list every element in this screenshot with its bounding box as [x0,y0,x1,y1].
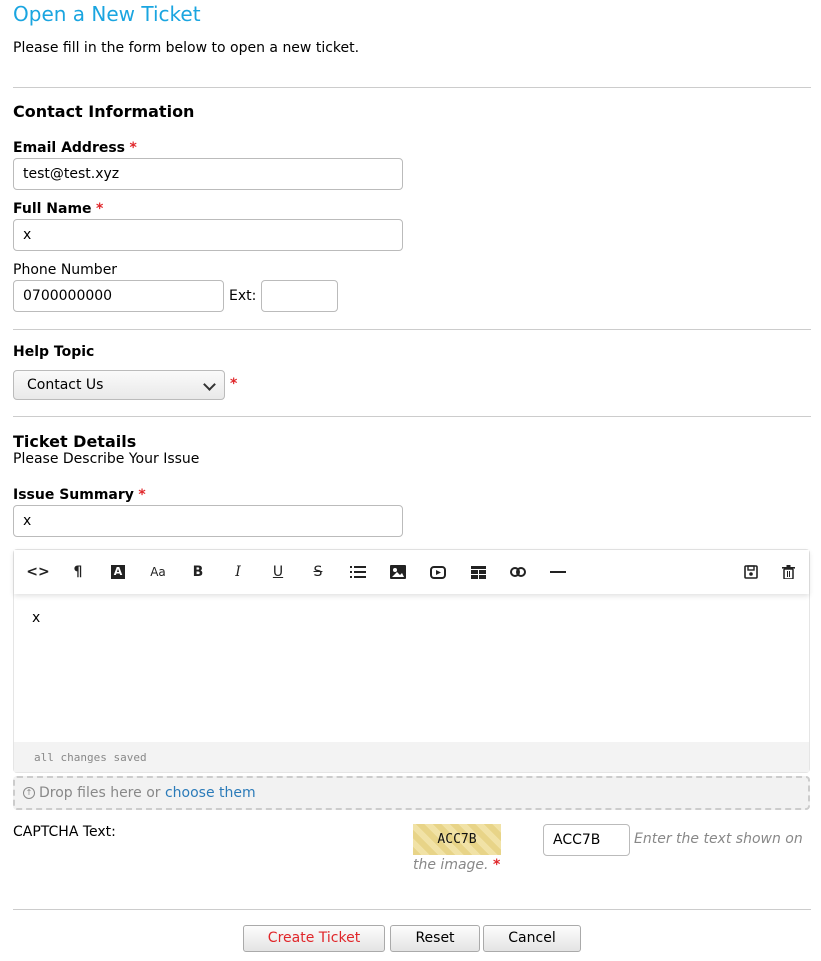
name-label-row: Full Name * [13,201,103,217]
reset-button[interactable]: Reset [390,925,480,952]
cancel-button[interactable]: Cancel [483,925,581,952]
help-topic-label: Help Topic [13,344,95,360]
rich-text-editor: <> ¶ A Aa B I U S x all changes saved [13,549,810,773]
required-mark: * [230,376,238,392]
email-label: Email Address [13,140,126,156]
captcha-hint-line1: Enter the text shown on [634,831,803,847]
underline-icon[interactable]: U [266,560,290,584]
contact-section-title: Contact Information [13,102,195,121]
issue-summary-input[interactable] [13,505,403,537]
captcha-input[interactable] [543,824,630,856]
code-icon[interactable]: <> [26,560,50,584]
help-topic-selected: Contact Us [27,377,104,393]
upload-icon: ↑ [23,787,35,799]
ticket-subtitle: Please Describe Your Issue [13,451,200,467]
create-ticket-button[interactable]: Create Ticket [243,925,385,952]
email-label-row: Email Address * [13,140,137,156]
captcha-hint-line2: the image. [413,857,489,873]
required-mark: * [492,857,501,873]
required-mark: * [96,201,104,217]
full-name-input[interactable] [13,219,403,251]
image-icon[interactable] [386,560,410,584]
required-mark: * [129,140,137,156]
divider [13,87,811,88]
divider [13,416,811,417]
paragraph-icon[interactable]: ¶ [66,560,90,584]
editor-status-bar: all changes saved [14,742,809,772]
page-intro: Please fill in the form below to open a … [13,40,360,56]
save-status: all changes saved [34,751,147,764]
strikethrough-icon[interactable]: S [306,560,330,584]
link-icon[interactable] [506,560,530,584]
captcha-image: ACC7B [413,824,501,855]
font-size-icon[interactable]: Aa [146,560,170,584]
table-icon[interactable] [466,560,490,584]
choose-files-link[interactable]: choose them [165,785,256,801]
page-title: Open a New Ticket [13,2,201,26]
phone-label: Phone Number [13,262,118,278]
ticket-section-title: Ticket Details [13,432,137,451]
list-icon[interactable] [346,560,370,584]
captcha-image-text: ACC7B [437,832,477,847]
chevron-down-icon [203,378,216,391]
bold-icon[interactable]: B [186,560,210,584]
ext-label: Ext: [229,288,257,304]
trash-icon[interactable] [776,560,800,584]
summary-label-row: Issue Summary * [13,487,146,503]
italic-icon[interactable]: I [226,560,250,584]
video-icon[interactable] [426,560,450,584]
dropzone-text: Drop files here or [39,785,161,801]
email-input[interactable] [13,158,403,190]
editor-text-area[interactable]: x [32,610,40,626]
issue-summary-label: Issue Summary [13,487,134,503]
file-dropzone[interactable]: ↑ Drop files here or choose them [13,776,810,810]
required-mark: * [138,487,146,503]
full-name-label: Full Name [13,201,92,217]
editor-toolbar: <> ¶ A Aa B I U S [14,550,809,594]
help-topic-select[interactable]: Contact Us [13,370,225,400]
ext-input[interactable] [261,280,338,312]
divider [13,329,811,330]
captcha-label: CAPTCHA Text: [13,824,116,840]
save-icon[interactable] [739,560,763,584]
divider [13,909,811,910]
font-color-icon[interactable]: A [106,560,130,584]
captcha-hint-line2-row: the image. * [413,857,500,873]
horizontal-rule-icon[interactable] [546,560,570,584]
phone-input[interactable] [13,280,224,312]
